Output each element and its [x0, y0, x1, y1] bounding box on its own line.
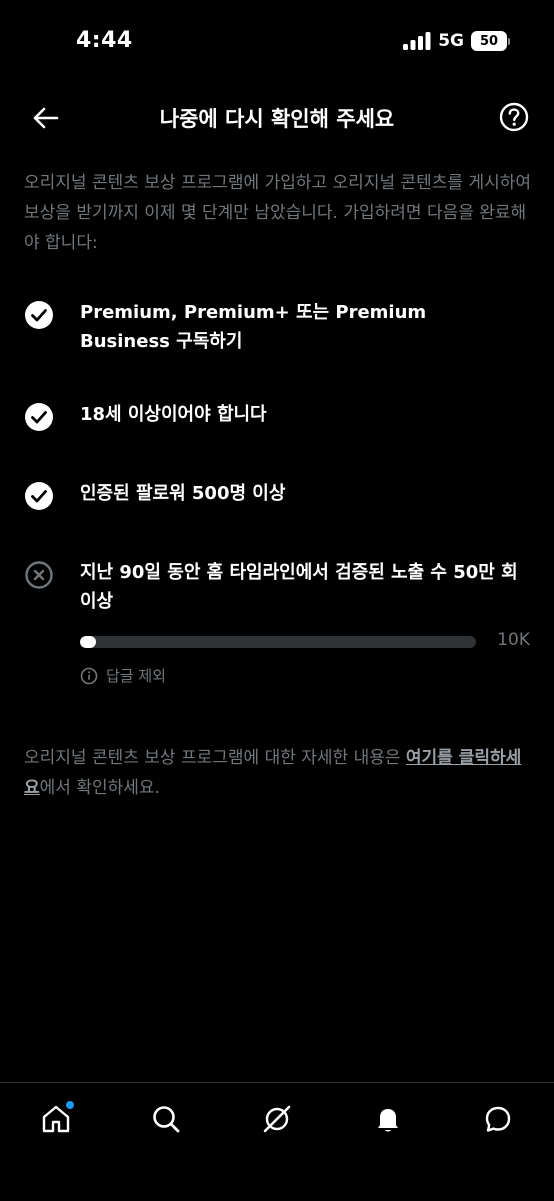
- tab-search[interactable]: [146, 1099, 186, 1139]
- requirement-label: Premium, Premium+ 또는 Premium Business 구독…: [80, 302, 427, 352]
- status-bar: 4:44 5G 50: [0, 0, 554, 80]
- check-circle-icon: [25, 301, 53, 329]
- battery-level: 50: [471, 31, 507, 51]
- requirement-label: 18세 이상이어야 합니다: [80, 404, 267, 425]
- impressions-note-text: 답글 제외: [106, 667, 166, 685]
- tab-grok[interactable]: [257, 1099, 297, 1139]
- bottom-tab-bar: [0, 1082, 554, 1201]
- network-type: 5G: [438, 31, 464, 51]
- grok-icon: [263, 1105, 291, 1133]
- check-circle-icon: [25, 482, 53, 510]
- message-icon: [485, 1106, 511, 1132]
- footer-text: 오리지널 콘텐츠 보상 프로그램에 대한 자세한 내용은 여기를 클릭하세요에서…: [24, 743, 532, 803]
- requirement-label: 인증된 팔로워 500명 이상: [80, 483, 286, 504]
- notification-dot: [66, 1101, 74, 1109]
- check-circle-icon: [25, 403, 53, 431]
- page-title: 나중에 다시 확인해 주세요: [159, 107, 395, 131]
- impressions-progress: 10K: [80, 630, 530, 654]
- footer-suffix: 에서 확인하세요.: [39, 778, 160, 798]
- impressions-note: 답글 제외: [80, 665, 166, 686]
- search-icon: [153, 1106, 180, 1133]
- battery-tip: [508, 37, 510, 45]
- footer-prefix: 오리지널 콘텐츠 보상 프로그램에 대한 자세한 내용은: [24, 748, 406, 768]
- status-indicators: 5G 50: [403, 31, 510, 51]
- tab-messages[interactable]: [478, 1099, 518, 1139]
- tab-home[interactable]: [36, 1099, 76, 1139]
- progress-fill: [80, 636, 96, 648]
- cellular-signal-icon: [403, 32, 431, 50]
- intro-text: 오리지널 콘텐츠 보상 프로그램에 가입하고 오리지널 콘텐츠를 게시하여 보상…: [24, 173, 532, 253]
- bell-icon: [378, 1109, 398, 1132]
- battery-icon: 50: [471, 31, 510, 51]
- tab-notifications[interactable]: [368, 1099, 408, 1139]
- info-icon: [80, 667, 98, 684]
- help-icon[interactable]: [498, 101, 530, 133]
- page-header: 나중에 다시 확인해 주세요: [0, 90, 554, 146]
- progress-max-label: 10K: [497, 630, 530, 650]
- x-circle-icon: [25, 561, 53, 589]
- status-time: 4:44: [76, 28, 133, 53]
- progress-track: [80, 636, 476, 648]
- requirement-label: 지난 90일 동안 홈 타임라인에서 검증된 노출 수 50만 회 이상: [80, 562, 518, 612]
